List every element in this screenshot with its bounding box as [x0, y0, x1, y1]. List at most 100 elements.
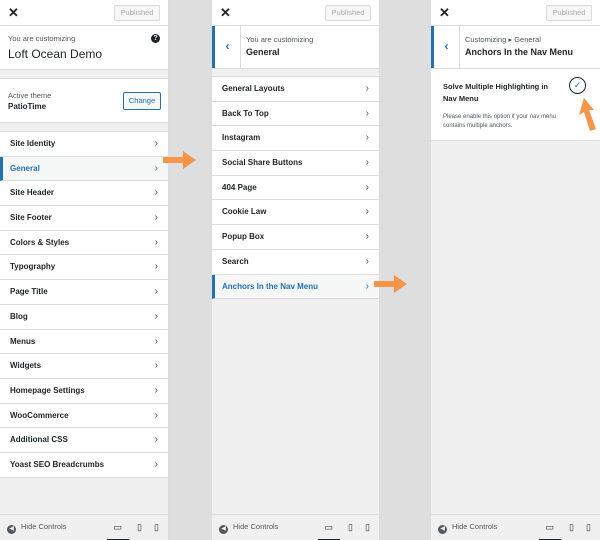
- subsection-list: General Layouts › Back To Top › Instagram ›…: [212, 76, 379, 300]
- list-item-404-page[interactable]: 404 Page ›: [212, 175, 379, 201]
- sidebar-item-widgets[interactable]: Widgets ›: [0, 354, 168, 379]
- collapse-icon: ◀: [219, 525, 228, 534]
- list-item-search[interactable]: Search ›: [212, 249, 379, 275]
- option-description: Please enable this option if your nav me…: [443, 114, 557, 129]
- chevron-right-icon: ›: [154, 458, 158, 470]
- sidebar-item-woocommerce[interactable]: WooCommerce ›: [0, 403, 168, 429]
- item-label: Instagram: [222, 133, 261, 143]
- change-theme-button[interactable]: Change: [123, 92, 161, 110]
- sidebar-item-blog[interactable]: Blog ›: [0, 304, 168, 330]
- list-item-general-layouts[interactable]: General Layouts ›: [212, 77, 379, 102]
- tablet-preview-icon[interactable]: ▯: [137, 522, 142, 533]
- collapse-icon: ◀: [438, 525, 447, 534]
- chevron-right-icon: ›: [154, 286, 158, 298]
- item-label: Site Header: [10, 188, 55, 198]
- arrow-right-icon: [163, 151, 196, 169]
- published-button[interactable]: Published: [114, 5, 160, 21]
- item-label: Widgets: [10, 361, 42, 371]
- option-label: Solve Multiple Highlighting in Nav Menu: [443, 82, 548, 103]
- chevron-right-icon: ›: [154, 310, 158, 322]
- arrow-right-icon: [374, 275, 407, 293]
- item-label: Typography: [10, 262, 56, 272]
- arrow-up-left-icon: [579, 98, 596, 131]
- top-bar: ✕ Published: [431, 0, 600, 26]
- list-item-popup-box[interactable]: Popup Box ›: [212, 225, 379, 250]
- hide-controls-label: Hide Controls: [452, 522, 498, 531]
- chevron-right-icon: ›: [154, 236, 158, 248]
- sidebar-item-site-header[interactable]: Site Header ›: [0, 181, 168, 207]
- hide-controls-button[interactable]: ◀ Hide Controls: [7, 522, 66, 534]
- hide-controls-button[interactable]: ◀ Hide Controls: [438, 522, 497, 534]
- item-label: WooCommerce: [10, 410, 69, 420]
- sidebar-item-typography[interactable]: Typography ›: [0, 255, 168, 281]
- close-icon[interactable]: ✕: [8, 5, 19, 21]
- sidebar-item-additional-css[interactable]: Additional CSS ›: [0, 428, 168, 453]
- back-arrow-icon[interactable]: ‹: [212, 26, 241, 68]
- sidebar-item-homepage-settings[interactable]: Homepage Settings ›: [0, 378, 168, 404]
- item-label: Site Identity: [10, 139, 56, 148]
- sidebar-item-general[interactable]: General ›: [0, 156, 168, 182]
- item-label: Search: [222, 256, 249, 266]
- chevron-right-icon: ›: [154, 212, 158, 224]
- list-item-back-to-top[interactable]: Back To Top ›: [212, 101, 379, 127]
- checkbox-toggle[interactable]: ✓: [569, 77, 586, 94]
- sidebar-item-site-footer[interactable]: Site Footer ›: [0, 206, 168, 231]
- mobile-preview-icon[interactable]: ▯: [154, 522, 159, 533]
- gutter: [169, 0, 212, 540]
- item-label: Menus: [10, 336, 36, 346]
- hide-controls-label: Hide Controls: [21, 522, 67, 531]
- back-arrow-icon[interactable]: ‹: [431, 26, 460, 68]
- item-label: Yoast SEO Breadcrumbs: [10, 459, 105, 469]
- sidebar-item-colors-styles[interactable]: Colors & Styles ›: [0, 230, 168, 256]
- breadcrumb: Customizing ▸ General: [465, 35, 541, 44]
- list-item-instagram[interactable]: Instagram ›: [212, 126, 379, 152]
- gutter: [380, 0, 431, 540]
- tablet-preview-icon[interactable]: ▯: [569, 522, 574, 533]
- bottom-bar: ◀ Hide Controls ▭ ▯ ▯: [212, 514, 379, 540]
- bottom-bar: ◀ Hide Controls ▭ ▯ ▯: [0, 514, 168, 540]
- desktop-preview-icon[interactable]: ▭: [539, 522, 561, 540]
- hide-controls-button[interactable]: ◀ Hide Controls: [219, 522, 278, 534]
- mobile-preview-icon[interactable]: ▯: [365, 522, 370, 533]
- item-label: Colors & Styles: [10, 237, 70, 247]
- header-subtitle: You are customizing: [246, 35, 314, 44]
- section-title: General: [246, 47, 280, 57]
- list-item-social-share[interactable]: Social Share Buttons ›: [212, 151, 379, 176]
- chevron-right-icon: ›: [154, 360, 158, 372]
- list-item-cookie-law[interactable]: Cookie Law ›: [212, 200, 379, 226]
- customizer-panel-anchors: ✕ Published ‹ Customizing ▸ General Anch…: [431, 0, 600, 540]
- help-icon[interactable]: ?: [151, 34, 160, 43]
- sidebar-item-page-title[interactable]: Page Title ›: [0, 280, 168, 305]
- customizer-header: You are customizing Loft Ocean Demo ?: [0, 26, 168, 70]
- section-title: Anchors In the Nav Menu: [465, 47, 574, 57]
- close-icon[interactable]: ✕: [439, 5, 450, 21]
- sidebar-item-menus[interactable]: Menus ›: [0, 329, 168, 355]
- sidebar-item-site-identity[interactable]: Site Identity ›: [0, 132, 168, 157]
- chevron-right-icon: ›: [365, 280, 369, 292]
- chevron-right-icon: ›: [154, 384, 158, 396]
- bottom-bar: ◀ Hide Controls ▭ ▯ ▯: [431, 514, 600, 540]
- section-list: Site Identity › General › Site Header › Sit…: [0, 131, 168, 478]
- tablet-preview-icon[interactable]: ▯: [348, 522, 353, 533]
- chevron-right-icon: ›: [365, 181, 369, 193]
- item-label: Back To Top: [222, 108, 269, 118]
- chevron-right-icon: ›: [365, 157, 369, 169]
- sidebar-item-yoast-breadcrumbs[interactable]: Yoast SEO Breadcrumbs ›: [0, 452, 168, 478]
- mobile-preview-icon[interactable]: ▯: [586, 522, 591, 533]
- published-button[interactable]: Published: [546, 5, 592, 21]
- section-header: ‹ Customizing ▸ General Anchors In the N…: [431, 26, 600, 69]
- chevron-right-icon: ›: [154, 162, 158, 174]
- published-button[interactable]: Published: [325, 5, 371, 21]
- item-label: General: [10, 163, 40, 173]
- item-label: Site Footer: [10, 213, 52, 223]
- close-icon[interactable]: ✕: [220, 5, 231, 21]
- desktop-preview-icon[interactable]: ▭: [318, 522, 340, 540]
- collapse-icon: ◀: [7, 525, 16, 534]
- list-item-anchors-nav-menu[interactable]: Anchors In the Nav Menu ›: [212, 274, 379, 300]
- customizer-panel-main: ✕ Published You are customizing Loft Oce…: [0, 0, 169, 540]
- desktop-preview-icon[interactable]: ▭: [107, 522, 129, 540]
- item-label: Homepage Settings: [10, 385, 85, 395]
- item-label: Anchors In the Nav Menu: [222, 281, 319, 291]
- customizer-panel-general: ✕ Published ‹ You are customizing Genera…: [212, 0, 380, 540]
- item-label: Social Share Buttons: [222, 158, 303, 168]
